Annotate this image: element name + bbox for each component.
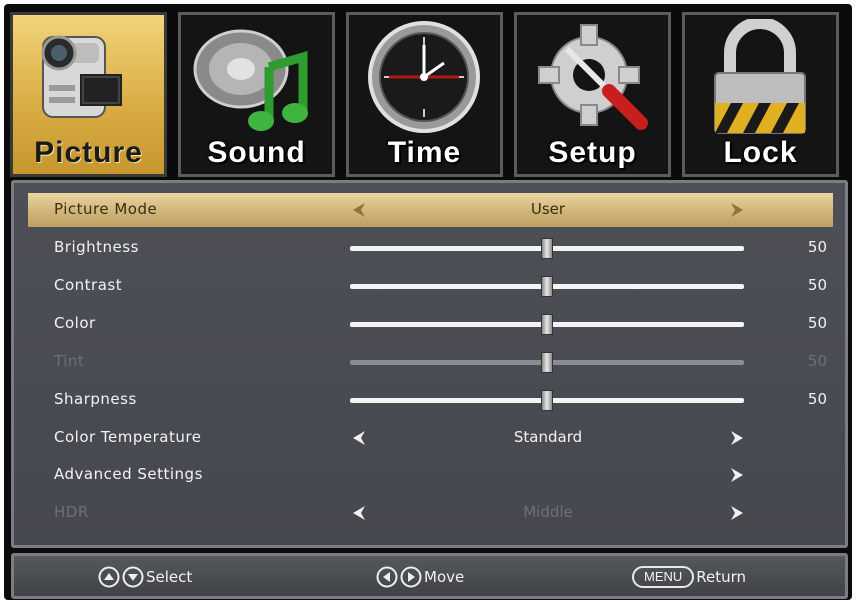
- color-value: 50: [807, 314, 827, 332]
- tab-label: Picture: [34, 136, 143, 169]
- tab-label: Lock: [723, 136, 798, 169]
- slider-thumb[interactable]: [541, 314, 553, 335]
- sharpness-label: Sharpness: [54, 390, 137, 408]
- brightness-label: Brightness: [54, 238, 139, 256]
- brightness-value: 50: [807, 238, 827, 256]
- up-button-icon: [98, 566, 120, 588]
- picture-mode-value: User: [530, 200, 566, 218]
- hdr-label: HDR: [54, 503, 89, 521]
- color-temperature-label: Color Temperature: [54, 428, 202, 446]
- speaker-music-icon: [193, 29, 308, 131]
- tint-value: 50: [807, 352, 827, 370]
- brightness-slider[interactable]: [350, 238, 744, 259]
- sharpness-value: 50: [807, 390, 827, 408]
- advanced-settings-label: Advanced Settings: [54, 465, 203, 483]
- tint-slider: [350, 352, 744, 373]
- tab-label: Sound: [207, 136, 306, 169]
- color-slider[interactable]: [350, 314, 744, 335]
- left-button-icon: [376, 566, 398, 588]
- tab-label: Setup: [548, 136, 637, 169]
- color-temperature-value: Standard: [513, 428, 583, 446]
- advanced-settings-row[interactable]: Advanced Settings: [28, 458, 833, 492]
- move-hint: Move: [376, 566, 464, 588]
- arrow-right-icon[interactable]: [728, 466, 746, 484]
- color-temperature-row[interactable]: Color Temperature Standard: [28, 421, 833, 455]
- gear-screwdriver-icon: [538, 24, 648, 130]
- color-row[interactable]: Color 50: [28, 307, 833, 341]
- tint-row: Tint 50: [28, 345, 833, 379]
- contrast-row[interactable]: Contrast 50: [28, 269, 833, 303]
- tab-sound[interactable]: Sound: [178, 12, 335, 177]
- slider-thumb[interactable]: [541, 390, 553, 411]
- slider-thumb: [541, 352, 553, 373]
- slider-thumb[interactable]: [541, 238, 553, 259]
- hdr-value: Middle: [523, 503, 573, 521]
- select-hint-label: Select: [146, 568, 193, 586]
- contrast-label: Contrast: [54, 276, 123, 294]
- tab-label: Time: [387, 136, 462, 169]
- contrast-value: 50: [807, 276, 827, 294]
- tab-picture[interactable]: Picture: [10, 12, 167, 177]
- select-hint: Select: [98, 566, 192, 588]
- padlock-icon: [714, 19, 806, 134]
- tint-label: Tint: [54, 352, 85, 370]
- tab-lock[interactable]: Lock: [682, 12, 839, 177]
- arrow-right-icon[interactable]: [728, 201, 746, 219]
- clock-icon: [368, 21, 480, 133]
- return-hint: MENU Return: [632, 566, 746, 588]
- color-label: Color: [54, 314, 96, 332]
- footer-hints: Select Move MENU Return: [11, 553, 848, 599]
- tab-setup[interactable]: Setup: [514, 12, 671, 177]
- picture-mode-row[interactable]: Picture Mode User: [28, 193, 833, 227]
- arrow-left-icon[interactable]: [350, 201, 368, 219]
- right-button-icon: [400, 566, 422, 588]
- arrow-right-icon: [731, 506, 743, 520]
- picture-mode-label: Picture Mode: [54, 200, 158, 218]
- arrow-left-icon[interactable]: [350, 429, 368, 447]
- down-button-icon: [122, 566, 144, 588]
- tab-time[interactable]: Time: [346, 12, 503, 177]
- return-hint-label: Return: [696, 568, 747, 586]
- hdr-row: HDR Middle: [28, 496, 833, 530]
- arrow-right-icon[interactable]: [728, 429, 746, 447]
- contrast-slider[interactable]: [350, 276, 744, 297]
- sharpness-row[interactable]: Sharpness 50: [28, 383, 833, 417]
- tv-menu-frame: Picture Sound Time Setup Lock Picture Mo…: [4, 4, 852, 600]
- camcorder-icon: [41, 35, 122, 118]
- brightness-row[interactable]: Brightness 50: [28, 231, 833, 265]
- arrow-left-icon: [353, 506, 365, 520]
- menu-key-icon: MENU: [632, 566, 695, 588]
- sharpness-slider[interactable]: [350, 390, 744, 411]
- slider-thumb[interactable]: [541, 276, 553, 297]
- move-hint-label: Move: [424, 568, 465, 586]
- picture-settings-panel: Picture Mode User Brightness 50 Contrast…: [11, 180, 848, 548]
